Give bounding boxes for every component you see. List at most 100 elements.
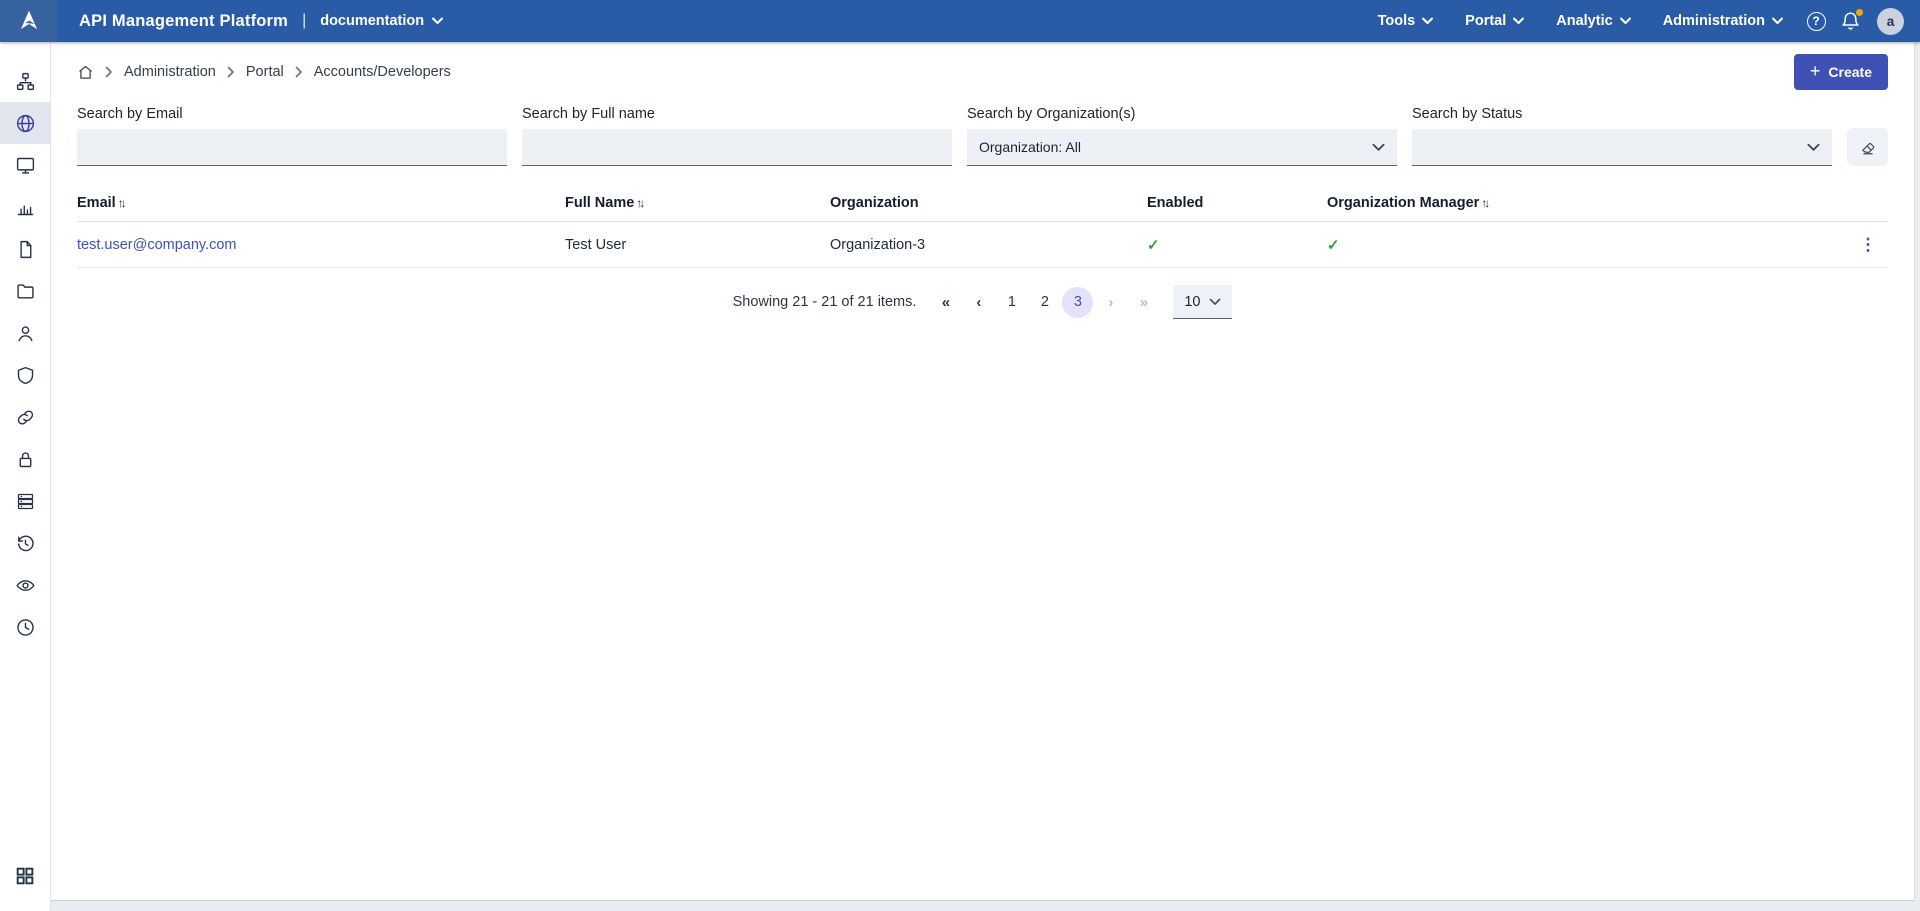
menu-tools[interactable]: Tools: [1362, 0, 1450, 42]
row-actions-kebab-icon[interactable]: ⋮: [1848, 236, 1888, 253]
page-button-3-active[interactable]: 3: [1062, 287, 1093, 318]
sort-icon[interactable]: ↑↓: [636, 196, 645, 210]
top-navbar: API Management Platform | documentation …: [0, 0, 1920, 42]
column-header-organization: Organization: [830, 195, 1147, 211]
previous-page-button[interactable]: ‹: [963, 287, 994, 318]
chevron-right-icon: [105, 66, 113, 78]
sidebar-item-audit[interactable]: [0, 564, 50, 606]
sidebar-item-organizations[interactable]: [0, 60, 50, 102]
content-panel: Administration Portal Accounts/Developer…: [51, 42, 1915, 901]
breadcrumb-portal[interactable]: Portal: [246, 64, 284, 80]
table-row: test.user@company.com Test User Organiza…: [77, 222, 1888, 268]
chevron-down-icon: [432, 17, 443, 25]
table-header-row: Email ↑↓ Full Name ↑↓ Organization Enabl…: [77, 184, 1888, 222]
sort-icon[interactable]: ↑↓: [118, 196, 127, 210]
lock-icon: [15, 449, 36, 470]
notification-badge: [1856, 9, 1863, 16]
notifications-button[interactable]: [1833, 4, 1867, 38]
environment-label: documentation: [320, 13, 424, 29]
next-page-button[interactable]: ›: [1095, 287, 1126, 318]
menu-administration[interactable]: Administration: [1647, 0, 1799, 42]
sidebar-item-tasks[interactable]: [0, 606, 50, 648]
organization-select[interactable]: Organization: All: [967, 129, 1397, 166]
check-icon: ✓: [1327, 237, 1340, 254]
status-select[interactable]: [1412, 129, 1832, 166]
page-button-1[interactable]: 1: [996, 287, 1027, 318]
email-search-input[interactable]: [77, 129, 507, 166]
sidebar-item-connections[interactable]: [0, 396, 50, 438]
column-header-full-name-label: Full Name: [565, 195, 634, 211]
create-button[interactable]: + Create: [1794, 54, 1888, 90]
sidebar-item-permissions[interactable]: [0, 438, 50, 480]
column-header-email[interactable]: Email ↑↓: [77, 195, 565, 211]
help-button[interactable]: ?: [1799, 4, 1833, 38]
file-icon: [15, 239, 36, 260]
sitemap-icon: [15, 71, 36, 92]
column-header-organization-manager[interactable]: Organization Manager ↑↓: [1327, 195, 1848, 211]
chevron-right-icon: [295, 66, 303, 78]
column-header-enabled: Enabled: [1147, 195, 1327, 211]
breadcrumb: Administration Portal Accounts/Developer…: [77, 64, 451, 81]
cell-organization-manager: ✓: [1327, 236, 1848, 254]
sidebar-item-folders[interactable]: [0, 270, 50, 312]
accounts-table: Email ↑↓ Full Name ↑↓ Organization Enabl…: [77, 184, 1888, 268]
filter-status-label: Search by Status: [1412, 106, 1832, 122]
sidebar-item-apps[interactable]: [0, 855, 50, 897]
link-icon: [15, 407, 36, 428]
clock-icon: [15, 617, 36, 638]
home-icon[interactable]: [77, 64, 94, 81]
create-button-label: Create: [1828, 64, 1872, 80]
filter-email-label: Search by Email: [77, 106, 507, 122]
filter-organization-label: Search by Organization(s): [967, 106, 1397, 122]
bar-chart-icon: [15, 197, 36, 218]
chevron-down-icon: [1807, 143, 1820, 152]
page-header: Administration Portal Accounts/Developer…: [77, 42, 1888, 90]
page-button-2[interactable]: 2: [1029, 287, 1060, 318]
history-icon: [15, 533, 36, 554]
app-title: API Management Platform: [79, 12, 288, 31]
sidebar-item-users[interactable]: [0, 312, 50, 354]
filter-organization: Search by Organization(s) Organization: …: [967, 106, 1397, 166]
sidebar-item-history[interactable]: [0, 522, 50, 564]
sidebar-item-analytics[interactable]: [0, 186, 50, 228]
organization-select-value: Organization: All: [979, 139, 1081, 155]
sort-icon[interactable]: ↑↓: [1481, 196, 1490, 210]
column-header-email-label: Email: [77, 195, 116, 211]
check-icon: ✓: [1147, 237, 1160, 254]
sidebar: [0, 42, 51, 911]
page-size-select[interactable]: 10: [1173, 285, 1232, 319]
environment-selector[interactable]: documentation: [320, 13, 443, 29]
main-area: Administration Portal Accounts/Developer…: [0, 42, 1920, 911]
breadcrumb-administration[interactable]: Administration: [124, 64, 216, 80]
title-separator: |: [302, 12, 306, 30]
sidebar-item-console[interactable]: [0, 144, 50, 186]
clear-filters-button[interactable]: [1847, 128, 1888, 166]
menu-portal-label: Portal: [1465, 13, 1506, 29]
first-page-button[interactable]: «: [930, 287, 961, 318]
app-logo[interactable]: [0, 0, 57, 42]
avatar[interactable]: a: [1877, 8, 1904, 35]
logo-icon: [16, 8, 42, 34]
menu-analytic[interactable]: Analytic: [1540, 0, 1646, 42]
sidebar-item-security[interactable]: [0, 354, 50, 396]
sidebar-item-servers[interactable]: [0, 480, 50, 522]
filter-status: Search by Status: [1412, 106, 1832, 166]
full-name-search-input[interactable]: [522, 129, 952, 166]
menu-portal[interactable]: Portal: [1449, 0, 1540, 42]
breadcrumb-accounts-developers[interactable]: Accounts/Developers: [314, 64, 451, 80]
menu-administration-label: Administration: [1663, 13, 1765, 29]
last-page-button[interactable]: »: [1128, 287, 1159, 318]
server-icon: [15, 491, 36, 512]
shield-icon: [15, 365, 36, 386]
topbar-right: Tools Portal Analytic Administration ?: [1362, 0, 1920, 42]
email-link[interactable]: test.user@company.com: [77, 237, 237, 253]
eye-icon: [15, 575, 36, 596]
filters-bar: Search by Email Search by Full name Sear…: [77, 106, 1888, 166]
sidebar-item-portal[interactable]: [0, 102, 50, 144]
cell-full-name: Test User: [565, 237, 830, 253]
sidebar-item-documents[interactable]: [0, 228, 50, 270]
chevron-down-icon: [1372, 143, 1385, 152]
column-header-full-name[interactable]: Full Name ↑↓: [565, 195, 830, 211]
chevron-down-icon: [1513, 17, 1524, 25]
monitor-icon: [15, 155, 36, 176]
